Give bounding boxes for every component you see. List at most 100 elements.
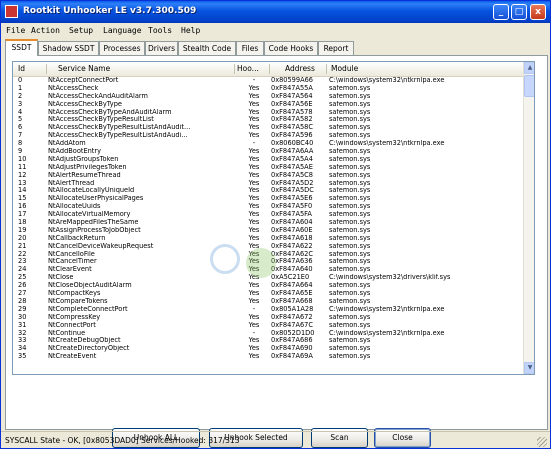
col-service-name[interactable]: Service Name (58, 64, 110, 73)
menu-setup[interactable]: Setup (69, 26, 93, 35)
cell-service-name: NtCancelIoFile (48, 250, 95, 258)
cell-id: 34 (18, 345, 27, 353)
cell-id: 20 (18, 234, 27, 242)
table-row[interactable]: 25 NtClose Yes 0xA5C21E0 C:\windows\system32… (13, 274, 523, 282)
cell-hooked: Yes (248, 163, 260, 171)
tab-shadow-ssdt[interactable]: Shadow SSDT (38, 41, 99, 55)
menu-tools[interactable]: Tools (148, 26, 172, 35)
table-row[interactable]: 11 NtAdjustPrivilegesToken Yes 0xF847A5AE sa… (13, 164, 523, 172)
cell-service-name: NtAssignProcessToJobObject (48, 226, 141, 234)
cell-id: 18 (18, 219, 27, 227)
tab-stealth-code[interactable]: Stealth Code (178, 41, 236, 55)
cell-service-name: NtAccessCheckByTypeResultList (48, 116, 154, 124)
cell-module: safemon.sys (329, 353, 371, 361)
table-row[interactable]: 1 NtAccessCheck Yes 0xF847A55A safemon.sys (13, 85, 523, 93)
table-row[interactable]: 0 NtAcceptConnectPort -0x80599A66 C:\window… (13, 77, 523, 85)
cell-module: safemon.sys (329, 321, 371, 329)
scrollbar-thumb[interactable] (524, 75, 534, 97)
table-row[interactable]: 5 NtAccessCheckByTypeResultList Yes 0xF847A… (13, 116, 523, 124)
cell-module: C:\windows\system32\ntkrnlpa.exe (329, 140, 445, 148)
col-hooked[interactable]: Hoo... (237, 64, 259, 73)
tab-processes[interactable]: Processes (99, 41, 145, 55)
cell-service-name: NtAccessCheckByTypeResultListAndAudi... (48, 132, 188, 140)
table-row[interactable]: 27 NtCompactKeys Yes 0xF847A65E safemon.sys (13, 290, 523, 298)
table-row[interactable]: 29 NtCompleteConnectPort -0x805A1A28 C:\win… (13, 306, 523, 314)
table-row[interactable]: 34 NtCreateDirectoryObject Yes 0xF847A690 sa… (13, 345, 523, 353)
cell-id: 16 (18, 203, 27, 211)
tab-strip: SSDT Shadow SSDT Processes Drivers Steal… (5, 39, 545, 56)
table-row[interactable]: 24 NtClearEvent Yes 0xF847A640 safemon.sys (13, 266, 523, 274)
cell-service-name: NtCreateDebugObject (48, 337, 121, 345)
table-row[interactable]: 2 NtAccessCheckAndAuditAlarm Yes 0xF847A564… (13, 93, 523, 101)
title-bar[interactable]: Rootkit Unhooker LE v3.7.300.509 _ □ x (1, 1, 550, 23)
table-row[interactable]: 30 NtCompressKey Yes 0xF847A672 safemon.sys (13, 314, 523, 322)
cell-id: 14 (18, 187, 27, 195)
close-window-button[interactable]: x (530, 4, 546, 20)
table-row[interactable]: 31 NtConnectPort Yes 0xF847A67C safemon.sys (13, 322, 523, 330)
cell-id: 15 (18, 195, 27, 203)
table-row[interactable]: 8 NtAddAtom -0x8060BC40 C:\windows\system32… (13, 140, 523, 148)
scroll-up-arrow-icon[interactable]: ▲ (524, 62, 534, 74)
minimize-button[interactable]: _ (493, 4, 509, 20)
cell-id: 33 (18, 337, 27, 345)
cell-id: 35 (18, 353, 27, 361)
cell-id: 12 (18, 171, 27, 179)
cell-hooked: Yes (248, 108, 260, 116)
table-row[interactable]: 3 NtAccessCheckByType Yes 0xF847A56E safemon… (13, 101, 523, 109)
vertical-scrollbar[interactable]: ▲ ▼ (523, 62, 534, 374)
table-row[interactable]: 12 NtAlertResumeThread Yes 0xF847A5C8 safemo… (13, 172, 523, 180)
cell-hooked: Yes (248, 337, 260, 345)
table-row[interactable]: 21 NtCancelDeviceWakeupRequest Yes 0xF847A6… (13, 243, 523, 251)
cell-module: C:\windows\system32\ntkrnlpa.exe (329, 305, 445, 313)
cell-hooked: Yes (248, 250, 260, 258)
table-row[interactable]: 14 NtAllocateLocallyUniqueId Yes 0xF847A5DC… (13, 187, 523, 195)
table-row[interactable]: 23 NtCancelTimer Yes 0xF847A636 safemon.sys (13, 258, 523, 266)
cell-hooked: Yes (248, 313, 260, 321)
resize-grip-icon[interactable] (537, 437, 547, 447)
table-row[interactable]: 26 NtCloseObjectAuditAlarm Yes 0xF847A664 sa… (13, 282, 523, 290)
table-row[interactable]: 17 NtAllocateVirtualMemory Yes 0xF847A5FA sa… (13, 211, 523, 219)
tab-drivers[interactable]: Drivers (145, 41, 178, 55)
cell-hooked: Yes (248, 155, 260, 163)
table-row[interactable]: 9 NtAddBootEntry Yes 0xF847A6AA safemon.sys (13, 148, 523, 156)
menu-action[interactable]: Action (31, 26, 60, 35)
table-row[interactable]: 16 NtAllocateUuids Yes 0xF847A5F0 safemon.sy… (13, 203, 523, 211)
cell-id: 27 (18, 290, 27, 298)
col-id[interactable]: Id (18, 64, 25, 73)
table-row[interactable]: 32 NtContinue -0x8052D1D0 C:\windows\system… (13, 330, 523, 338)
table-row[interactable]: 13 NtAlertThread Yes 0xF847A5D2 safemon.sys (13, 180, 523, 188)
cell-id: 29 (18, 305, 27, 313)
ssdt-table[interactable]: Id Service Name Hoo... Address Module 0 N… (12, 61, 535, 375)
tab-report[interactable]: Report (318, 41, 354, 55)
scroll-down-arrow-icon[interactable]: ▼ (524, 362, 534, 374)
table-row[interactable]: 22 NtCancelIoFile Yes 0xF847A62C safemon.sys (13, 251, 523, 259)
table-row[interactable]: 18 NtAreMappedFilesTheSame Yes 0xF847A604 sa… (13, 219, 523, 227)
cell-module: safemon.sys (329, 282, 371, 290)
table-row[interactable]: 28 NtCompareTokens Yes 0xF847A668 safemon.sy… (13, 298, 523, 306)
table-row[interactable]: 7 NtAccessCheckByTypeResultListAndAudi...… (13, 132, 523, 140)
table-row[interactable]: 19 NtAssignProcessToJobObject Yes 0xF847A60… (13, 227, 523, 235)
cell-id: 25 (18, 274, 27, 282)
table-row[interactable]: 10 NtAdjustGroupsToken Yes 0xF847A5A4 safemo… (13, 156, 523, 164)
menu-language[interactable]: Language (103, 26, 142, 35)
cell-service-name: NtCompareTokens (48, 297, 108, 305)
tab-ssdt[interactable]: SSDT (5, 39, 38, 56)
table-row[interactable]: 4 NtAccessCheckByTypeAndAuditAlarm Yes 0xF8… (13, 109, 523, 117)
cell-hooked: Yes (248, 179, 260, 187)
table-row[interactable]: 33 NtCreateDebugObject Yes 0xF847A686 safemo… (13, 337, 523, 345)
menu-file[interactable]: File (6, 26, 25, 35)
col-address[interactable]: Address (285, 64, 315, 73)
cell-id: 17 (18, 211, 27, 219)
table-row[interactable]: 35 NtCreateEvent Yes 0xF847A69A safemon.sys (13, 353, 523, 361)
table-row[interactable]: 15 NtAllocateUserPhysicalPages Yes 0xF847A5… (13, 195, 523, 203)
cell-service-name: NtAddBootEntry (48, 148, 102, 156)
tab-code-hooks[interactable]: Code Hooks (264, 41, 318, 55)
cell-id: 9 (18, 148, 23, 156)
cell-service-name: NtAccessCheckByTypeAndAuditAlarm (48, 108, 172, 116)
col-module[interactable]: Module (331, 64, 358, 73)
menu-help[interactable]: Help (181, 26, 200, 35)
table-row[interactable]: 6 NtAccessCheckByTypeResultListAndAudit..… (13, 124, 523, 132)
tab-files[interactable]: Files (236, 41, 264, 55)
maximize-button[interactable]: □ (511, 4, 527, 20)
table-row[interactable]: 20 NtCallbackReturn Yes 0xF847A618 safemon.s… (13, 235, 523, 243)
